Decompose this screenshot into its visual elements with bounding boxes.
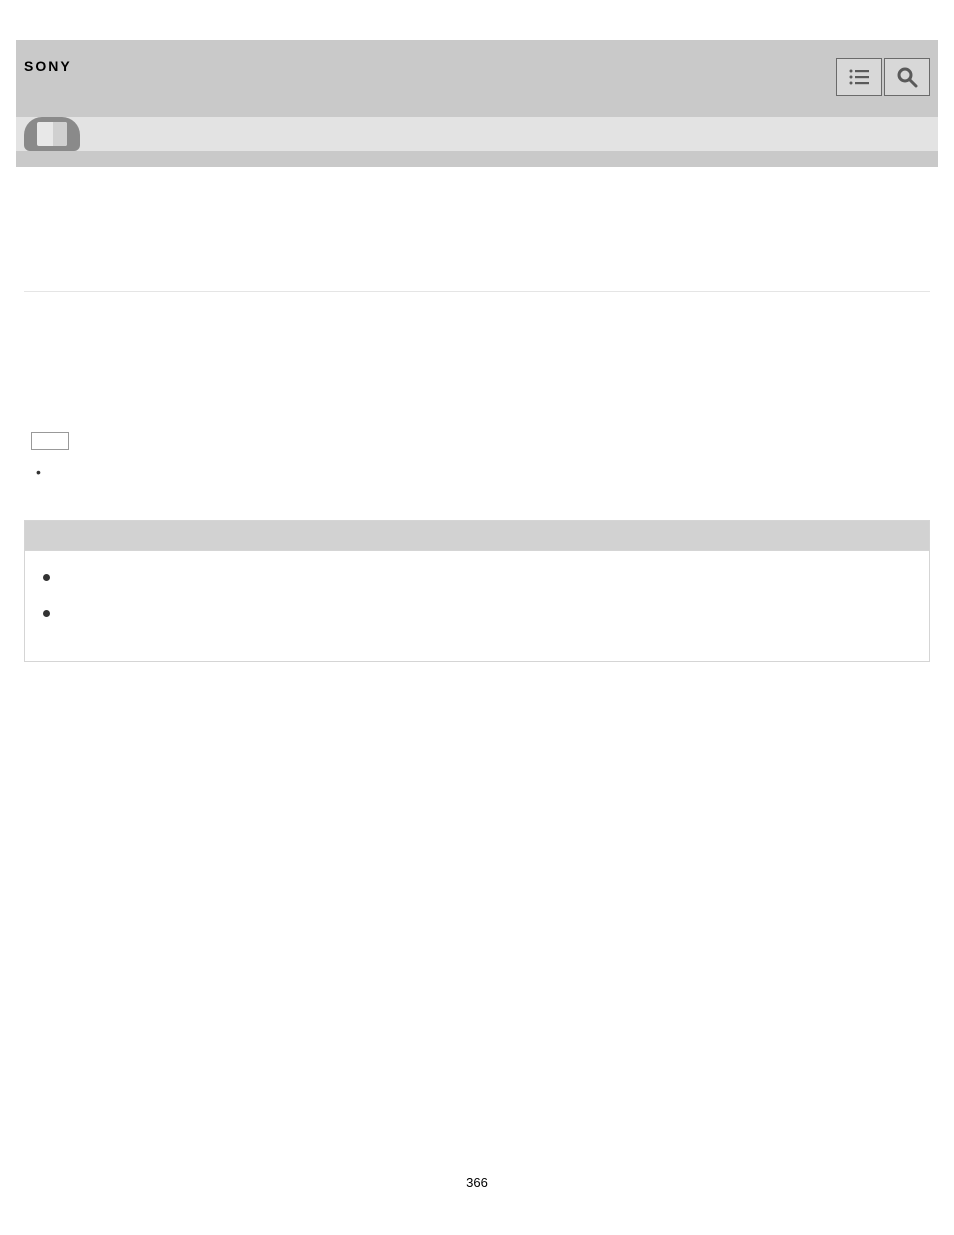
search-icon [895, 65, 919, 89]
subheader-logo[interactable] [24, 117, 80, 151]
page-number: 366 [0, 1175, 954, 1190]
note-box [24, 520, 930, 662]
manual-icon [24, 117, 80, 151]
menu-button[interactable] [836, 58, 882, 96]
option-list [24, 464, 930, 484]
note-body [25, 551, 929, 661]
menu-icon [847, 65, 871, 89]
header-buttons [836, 58, 930, 96]
note-list [41, 571, 913, 635]
note-item [41, 571, 913, 599]
search-button[interactable] [884, 58, 930, 96]
content-area [16, 167, 938, 670]
header-bar: SONY [16, 40, 938, 117]
menu-path-box [31, 432, 69, 450]
list-item [36, 464, 930, 484]
note-item [41, 607, 913, 635]
brand-logo: SONY [24, 58, 72, 74]
gray-strip [16, 151, 938, 167]
note-header [25, 521, 929, 551]
subheader-bar [16, 117, 938, 151]
